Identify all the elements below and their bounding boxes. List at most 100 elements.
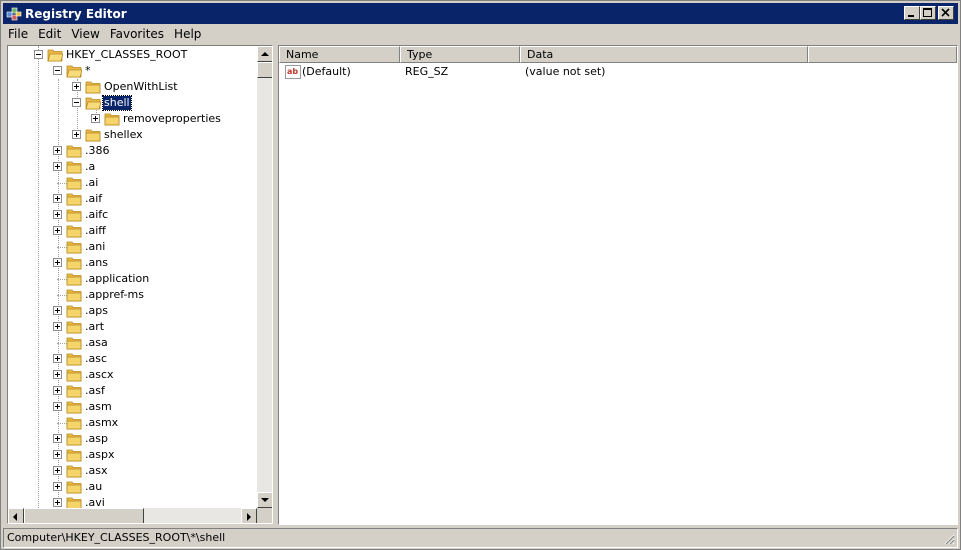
expand-icon[interactable] [72, 82, 81, 91]
tree-node-label[interactable]: .aifc [84, 208, 109, 222]
tree-node-label[interactable]: .asc [84, 352, 108, 366]
expand-icon[interactable] [72, 130, 81, 139]
expand-icon[interactable] [53, 194, 62, 203]
tree-node[interactable]: .asa [8, 335, 257, 351]
expand-icon[interactable] [53, 434, 62, 443]
tree-node[interactable]: .ascx [8, 367, 257, 383]
tree-node[interactable]: .art [8, 319, 257, 335]
expand-icon[interactable] [53, 498, 62, 507]
expand-icon[interactable] [53, 450, 62, 459]
tree-node[interactable]: .aspx [8, 447, 257, 463]
expand-icon[interactable] [53, 226, 62, 235]
expand-icon[interactable] [53, 370, 62, 379]
tree-node-label[interactable]: HKEY_CLASSES_ROOT [65, 48, 188, 62]
key-tree[interactable]: HKEY_CLASSES_ROOT * OpenWithList shell r… [8, 46, 257, 508]
tree-horizontal-thumb[interactable] [24, 508, 144, 523]
tree-node[interactable]: .aifc [8, 207, 257, 223]
collapse-icon[interactable] [34, 50, 43, 59]
key-tree-pane[interactable]: HKEY_CLASSES_ROOT * OpenWithList shell r… [7, 45, 273, 524]
tree-node[interactable]: .au [8, 479, 257, 495]
list-item[interactable]: ab (Default) REG_SZ (value not set) [283, 64, 883, 80]
menu-edit[interactable]: Edit [33, 25, 66, 43]
tree-node[interactable]: .aps [8, 303, 257, 319]
tree-vertical-thumb[interactable] [257, 62, 272, 78]
tree-node[interactable]: OpenWithList [8, 79, 257, 95]
tree-node-label[interactable]: .asx [84, 464, 108, 478]
tree-node-label[interactable]: .ascx [84, 368, 115, 382]
collapse-icon[interactable] [72, 98, 81, 107]
menu-favorites[interactable]: Favorites [105, 25, 169, 43]
scroll-down-button[interactable] [257, 492, 272, 508]
tree-node[interactable]: .application [8, 271, 257, 287]
tree-node[interactable]: .asp [8, 431, 257, 447]
column-type-header[interactable]: Type [400, 46, 520, 63]
column-data-header[interactable]: Data [520, 46, 808, 63]
column-name-header[interactable]: Name [279, 46, 400, 63]
menu-file[interactable]: File [3, 25, 33, 43]
tree-node-label[interactable]: .ani [84, 240, 106, 254]
tree-node-label[interactable]: .au [84, 480, 103, 494]
tree-node-label[interactable]: .asp [84, 432, 109, 446]
tree-node-label[interactable]: .asm [84, 400, 113, 414]
tree-node[interactable]: * [8, 63, 257, 79]
expand-icon[interactable] [53, 162, 62, 171]
tree-node[interactable]: .ai [8, 175, 257, 191]
close-button[interactable] [938, 6, 954, 20]
tree-node-label[interactable]: * [84, 64, 92, 78]
tree-node-label[interactable]: .avi [84, 496, 106, 508]
tree-horizontal-scrollbar[interactable] [8, 508, 257, 523]
tree-node-label[interactable]: .asf [84, 384, 106, 398]
tree-node[interactable]: .ans [8, 255, 257, 271]
expand-icon[interactable] [53, 466, 62, 475]
tree-node[interactable]: .asmx [8, 415, 257, 431]
tree-node[interactable]: HKEY_CLASSES_ROOT [8, 47, 257, 63]
tree-node[interactable]: .386 [8, 143, 257, 159]
maximize-button[interactable] [920, 6, 936, 20]
scroll-left-button[interactable] [8, 508, 24, 523]
expand-icon[interactable] [53, 402, 62, 411]
tree-node[interactable]: removeproperties [8, 111, 257, 127]
tree-node-label[interactable]: .asmx [84, 416, 119, 430]
tree-node[interactable]: .appref-ms [8, 287, 257, 303]
tree-node-label[interactable]: OpenWithList [103, 80, 179, 94]
tree-node-label[interactable]: .appref-ms [84, 288, 145, 302]
tree-node[interactable]: .asm [8, 399, 257, 415]
expand-icon[interactable] [91, 114, 100, 123]
tree-node-label[interactable]: .386 [84, 144, 111, 158]
expand-icon[interactable] [53, 306, 62, 315]
scroll-up-button[interactable] [257, 46, 272, 62]
expand-icon[interactable] [53, 354, 62, 363]
expand-icon[interactable] [53, 386, 62, 395]
tree-node-label[interactable]: .art [84, 320, 105, 334]
tree-node-label[interactable]: .ans [84, 256, 109, 270]
tree-node-label[interactable]: .a [84, 160, 96, 174]
tree-node[interactable]: shell [8, 95, 257, 111]
tree-node[interactable]: .aif [8, 191, 257, 207]
tree-node[interactable]: .ani [8, 239, 257, 255]
expand-icon[interactable] [53, 482, 62, 491]
tree-node-label[interactable]: removeproperties [122, 112, 222, 126]
title-bar[interactable]: Registry Editor [3, 3, 958, 24]
tree-node-label[interactable]: shell [102, 95, 132, 111]
tree-node[interactable]: .aiff [8, 223, 257, 239]
expand-icon[interactable] [53, 258, 62, 267]
scroll-right-button[interactable] [241, 508, 257, 523]
tree-node-label[interactable]: .aiff [84, 224, 107, 238]
tree-vertical-scrollbar[interactable] [257, 46, 272, 508]
tree-node-label[interactable]: .application [84, 272, 150, 286]
tree-node[interactable]: .asx [8, 463, 257, 479]
tree-node-label[interactable]: .ai [84, 176, 99, 190]
tree-node-label[interactable]: .aif [84, 192, 103, 206]
minimize-button[interactable] [904, 6, 920, 20]
tree-node-label[interactable]: .aspx [84, 448, 115, 462]
tree-node[interactable]: shellex [8, 127, 257, 143]
tree-node-label[interactable]: .aps [84, 304, 109, 318]
tree-node-label[interactable]: .asa [84, 336, 109, 350]
resize-grip-icon[interactable] [943, 533, 955, 545]
menu-help[interactable]: Help [169, 25, 206, 43]
tree-node[interactable]: .avi [8, 495, 257, 508]
menu-view[interactable]: View [66, 25, 104, 43]
collapse-icon[interactable] [53, 66, 62, 75]
expand-icon[interactable] [53, 210, 62, 219]
tree-node[interactable]: .asf [8, 383, 257, 399]
